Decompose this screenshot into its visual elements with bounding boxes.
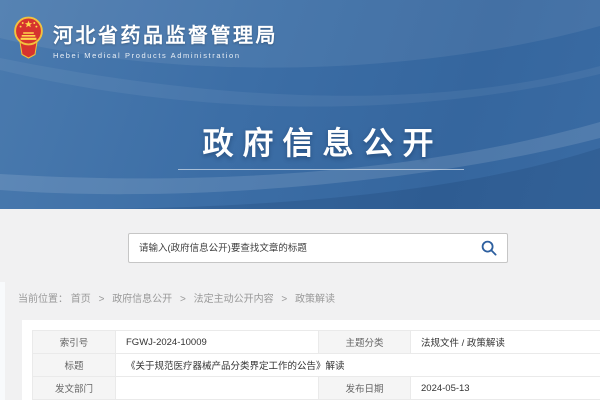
search-box — [128, 233, 508, 263]
topic-category-value: 法规文件 / 政策解读 — [411, 331, 600, 354]
agency-logo-group: 河北省药品监督管理局 Hebei Medical Products Admini… — [13, 16, 278, 60]
document-metadata-table: 索引号 FGWJ-2024-10009 主题分类 法规文件 / 政策解读 标题 … — [32, 330, 600, 400]
breadcrumb-separator: > — [180, 294, 186, 305]
publish-date-label: 发布日期 — [319, 377, 411, 400]
issuing-department-value — [116, 377, 319, 400]
breadcrumb-item-home[interactable]: 首页 — [71, 294, 91, 305]
breadcrumb-separator: > — [99, 294, 105, 305]
search-icon — [481, 240, 497, 256]
table-row-title: 标题 《关于规范医疗器械产品分类界定工作的公告》解读 — [33, 354, 600, 377]
document-card: 索引号 FGWJ-2024-10009 主题分类 法规文件 / 政策解读 标题 … — [22, 320, 600, 400]
page: 河北省药品监督管理局 Hebei Medical Products Admini… — [0, 0, 600, 400]
breadcrumb-separator: > — [281, 294, 287, 305]
breadcrumb-label: 当前位置： — [18, 294, 68, 305]
doc-title-label: 标题 — [33, 354, 116, 377]
china-national-emblem-icon — [13, 16, 44, 59]
agency-title: 河北省药品监督管理局 — [53, 19, 278, 48]
banner-underline — [178, 169, 464, 170]
breadcrumb-item-policy-interpretation[interactable]: 政策解读 — [295, 294, 335, 305]
publish-date-value: 2024-05-13 — [411, 377, 600, 400]
agency-title-block: 河北省药品监督管理局 Hebei Medical Products Admini… — [53, 16, 278, 60]
page-title: 政府信息公开 — [36, 118, 600, 163]
issuing-department-label: 发文部门 — [33, 377, 116, 400]
breadcrumb-item-info-disclosure[interactable]: 政府信息公开 — [112, 294, 172, 305]
site-header-banner: 河北省药品监督管理局 Hebei Medical Products Admini… — [0, 0, 600, 209]
search-button[interactable] — [481, 234, 507, 262]
topic-category-label: 主题分类 — [319, 331, 411, 354]
index-number-label: 索引号 — [33, 331, 116, 354]
search-input[interactable] — [129, 234, 481, 262]
agency-subtitle: Hebei Medical Products Administration — [53, 51, 278, 60]
breadcrumb-item-statutory-content[interactable]: 法定主动公开内容 — [194, 294, 274, 305]
doc-title-value: 《关于规范医疗器械产品分类界定工作的公告》解读 — [116, 354, 600, 377]
table-row-index: 索引号 FGWJ-2024-10009 主题分类 法规文件 / 政策解读 — [33, 331, 600, 354]
index-number-value: FGWJ-2024-10009 — [116, 331, 319, 354]
search-section — [0, 209, 600, 282]
breadcrumb: 当前位置： 首页 > 政府信息公开 > 法定主动公开内容 > 政策解读 — [18, 290, 335, 305]
table-row-department: 发文部门 发布日期 2024-05-13 — [33, 377, 600, 400]
